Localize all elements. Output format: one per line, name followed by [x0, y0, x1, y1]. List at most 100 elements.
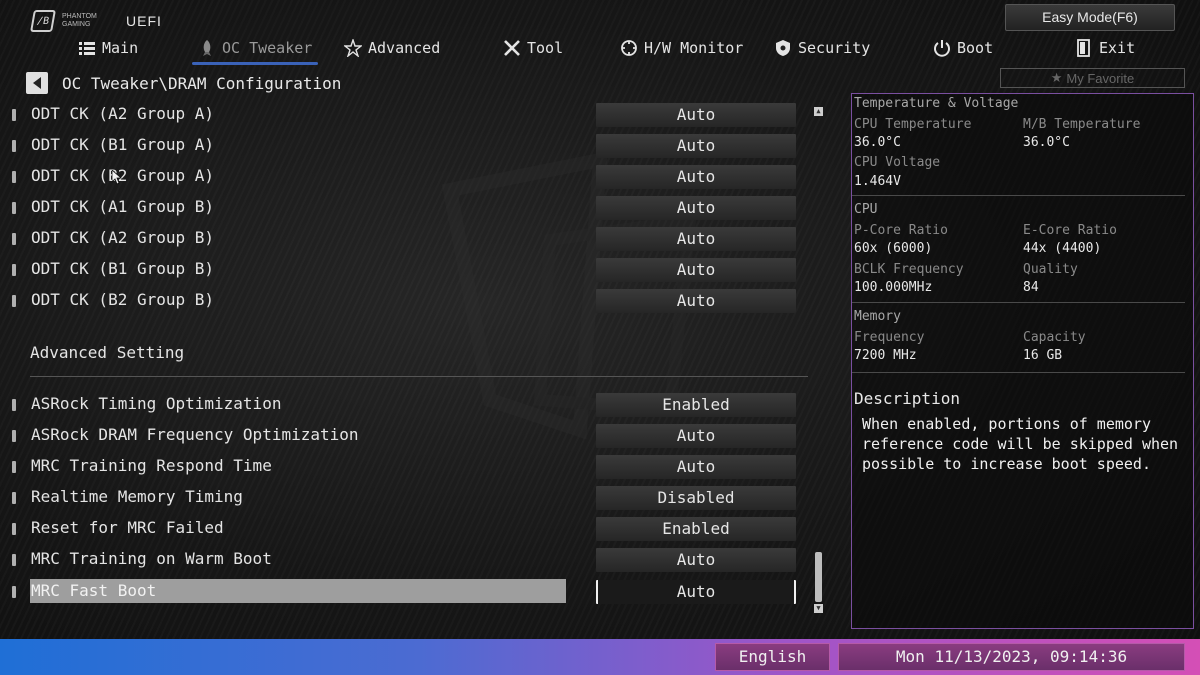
mem-capacity-label: Capacity: [1023, 330, 1086, 345]
tab-label: Boot: [957, 39, 994, 57]
mb-temp-label: M/B Temperature: [1023, 117, 1141, 132]
setting-value[interactable]: Auto: [596, 134, 796, 158]
description-text: When enabled, portions of memory referen…: [862, 415, 1179, 473]
setting-label: MRC Fast Boot: [30, 579, 566, 603]
setting-row[interactable]: ODT CK (A2 Group B) Auto: [0, 226, 810, 252]
setting-value[interactable]: Auto: [596, 580, 796, 604]
setting-label: ASRock DRAM Frequency Optimization: [31, 425, 359, 444]
mem-frequency-value: 7200 MHz: [854, 348, 917, 363]
tab-hw-monitor[interactable]: H/W Monitor: [620, 34, 743, 62]
main-nav: Main OC Tweaker Advanced Tool H/W Monito…: [0, 34, 1200, 65]
tab-label: Main: [102, 39, 139, 57]
footer-bar: English Mon 11/13/2023, 09:14:36: [0, 639, 1200, 675]
monitor-icon: [621, 40, 637, 56]
ecore-ratio-label: E-Core Ratio: [1023, 223, 1117, 238]
row-bullet: [12, 430, 16, 442]
easy-mode-button[interactable]: Easy Mode(F6): [1005, 4, 1175, 31]
setting-row[interactable]: MRC Training on Warm Boot Auto: [0, 547, 810, 573]
scroll-down-arrow-icon[interactable]: ▼: [814, 604, 823, 613]
setting-label: MRC Training on Warm Boot: [31, 549, 272, 568]
setting-value[interactable]: Disabled: [596, 486, 796, 510]
phantom-gaming-logo-icon: /B: [30, 10, 56, 32]
tab-label: Tool: [527, 39, 564, 57]
setting-value[interactable]: Auto: [596, 196, 796, 220]
setting-value[interactable]: Auto: [596, 227, 796, 251]
mem-frequency-label: Frequency: [854, 330, 925, 345]
setting-row[interactable]: MRC Training Respond Time Auto: [0, 454, 810, 480]
exit-icon: [1077, 39, 1090, 57]
row-bullet: [12, 202, 16, 214]
settings-list: ODT CK (A2 Group A) Auto ODT CK (B1 Grou…: [0, 99, 830, 619]
panel-divider: [852, 195, 1185, 196]
setting-row-selected[interactable]: MRC Fast Boot Auto: [0, 579, 810, 605]
tab-exit[interactable]: Exit: [1075, 34, 1135, 62]
mb-temp-value: 36.0°C: [1023, 135, 1070, 150]
setting-value[interactable]: Auto: [596, 455, 796, 479]
setting-label: ASRock Timing Optimization: [31, 394, 282, 413]
setting-label: Reset for MRC Failed: [31, 518, 224, 537]
setting-row[interactable]: ASRock DRAM Frequency Optimization Auto: [0, 423, 810, 449]
tab-main[interactable]: Main: [78, 34, 138, 62]
setting-label: ODT CK (B1 Group B): [31, 259, 215, 278]
scroll-up-arrow-icon[interactable]: ▲: [814, 107, 823, 116]
row-bullet: [12, 523, 16, 535]
tab-label: Exit: [1099, 39, 1136, 57]
setting-label: ODT CK (A2 Group A): [31, 104, 215, 123]
row-bullet: [12, 233, 16, 245]
tab-tool[interactable]: Tool: [503, 34, 563, 62]
setting-label: ODT CK (A1 Group B): [31, 197, 215, 216]
setting-row[interactable]: ODT CK (A1 Group B) Auto: [0, 195, 810, 221]
tab-oc-tweaker[interactable]: OC Tweaker: [191, 34, 319, 65]
list-icon: [79, 42, 95, 55]
datetime-display[interactable]: Mon 11/13/2023, 09:14:36: [838, 643, 1185, 671]
pcore-ratio-value: 60x (6000): [854, 241, 933, 256]
section-title-advanced-setting: Advanced Setting: [30, 343, 185, 362]
tab-security[interactable]: Security: [774, 34, 870, 62]
tab-label: OC Tweaker: [222, 39, 313, 57]
setting-row[interactable]: ODT CK (A2 Group A) Auto: [0, 102, 810, 128]
setting-label: ODT CK (A2 Group B): [31, 228, 215, 247]
setting-value[interactable]: Auto: [596, 424, 796, 448]
setting-label: ODT CK (B2 Group A): [31, 166, 215, 185]
language-button[interactable]: English: [715, 643, 830, 671]
mouse-cursor-icon: [112, 170, 122, 185]
row-bullet: [12, 264, 16, 276]
scrollbar-thumb[interactable]: [815, 552, 822, 602]
setting-row[interactable]: ODT CK (B1 Group A) Auto: [0, 133, 810, 159]
favorite-label: My Favorite: [1066, 70, 1135, 86]
tab-boot[interactable]: Boot: [933, 34, 993, 62]
tab-advanced[interactable]: Advanced: [344, 34, 440, 62]
setting-row[interactable]: ODT CK (B1 Group B) Auto: [0, 257, 810, 283]
panel-divider: [852, 302, 1185, 303]
brand-text: PHANTOM GAMING: [62, 13, 97, 28]
temp-voltage-header: Temperature & Voltage: [854, 96, 1019, 111]
quality-label: Quality: [1023, 262, 1078, 277]
row-bullet: [12, 461, 16, 473]
shield-icon: [776, 40, 790, 56]
setting-row[interactable]: ASRock Timing Optimization Enabled: [0, 392, 810, 418]
row-bullet: [12, 399, 16, 411]
power-icon: [934, 40, 950, 57]
back-button[interactable]: [26, 72, 48, 94]
cpu-voltage-label: CPU Voltage: [854, 155, 941, 170]
setting-value[interactable]: Auto: [596, 165, 796, 189]
quality-value: 84: [1023, 280, 1039, 295]
setting-value[interactable]: Auto: [596, 103, 796, 127]
settings-scrollbar[interactable]: ▲ ▼: [813, 107, 824, 613]
tools-icon: [504, 40, 520, 56]
setting-row[interactable]: Reset for MRC Failed Enabled: [0, 516, 810, 542]
setting-value[interactable]: Enabled: [596, 393, 796, 417]
brand-logo: /B PHANTOM GAMING UEFI: [30, 10, 162, 32]
star-icon: [344, 39, 362, 57]
row-bullet: [12, 492, 16, 504]
setting-row[interactable]: Realtime Memory Timing Disabled: [0, 485, 810, 511]
description-title: Description: [854, 389, 960, 408]
row-bullet: [12, 295, 16, 307]
setting-value[interactable]: Auto: [596, 258, 796, 282]
my-favorite-button[interactable]: ★ My Favorite: [1000, 68, 1185, 88]
pcore-ratio-label: P-Core Ratio: [854, 223, 948, 238]
setting-value[interactable]: Enabled: [596, 517, 796, 541]
setting-value[interactable]: Auto: [596, 548, 796, 572]
setting-value[interactable]: Auto: [596, 289, 796, 313]
setting-row[interactable]: ODT CK (B2 Group B) Auto: [0, 288, 810, 314]
